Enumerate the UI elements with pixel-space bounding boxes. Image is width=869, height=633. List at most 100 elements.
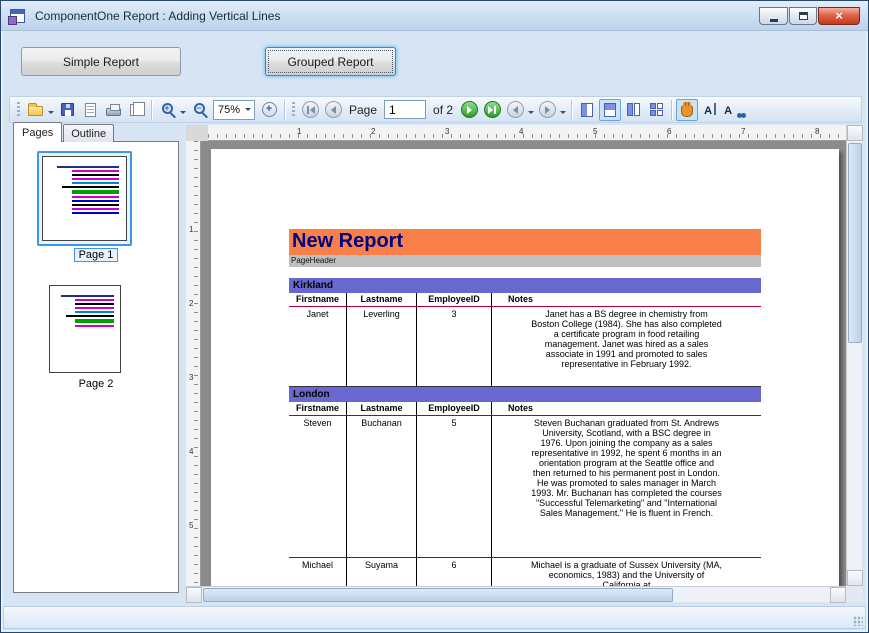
continuous-view-button[interactable] [599, 98, 622, 121]
table-header-row: Firstname Lastname EmployeeID Notes [289, 293, 761, 307]
hruler-mark: 4 [519, 127, 524, 136]
pages-panel: Page 1 Page 2 [13, 141, 179, 593]
scroll-left-button[interactable] [186, 587, 202, 603]
window-title: ComponentOne Report : Adding Vertical Li… [35, 8, 281, 23]
caption-buttons: × [758, 7, 860, 25]
vruler-mark: 5 [189, 521, 194, 530]
continuous-facing-view-button[interactable] [645, 99, 667, 121]
scroll-down-button[interactable] [847, 570, 863, 586]
cell-lastname: Leverling [346, 307, 416, 386]
export-button[interactable] [125, 99, 147, 121]
zoom-level-combo[interactable]: 75% [213, 99, 255, 120]
zoom-in-button[interactable] [156, 99, 178, 121]
toolbar-grip[interactable] [292, 101, 295, 118]
toolbar-grip[interactable] [17, 101, 20, 118]
find-button[interactable] [722, 99, 744, 121]
history-forward-button[interactable] [536, 99, 558, 121]
arrow-left-icon [190, 592, 196, 598]
maximize-button[interactable] [789, 7, 817, 25]
arrow-right-icon [836, 592, 842, 598]
column-header-employeeid: EmployeeID [416, 402, 491, 415]
zoom-level-value: 75% [218, 103, 241, 116]
table-header-row: Firstname Lastname EmployeeID Notes [289, 402, 761, 416]
cell-employeeid: 6 [416, 558, 491, 586]
first-page-button[interactable] [299, 99, 321, 121]
minimize-button[interactable] [759, 7, 788, 25]
vertical-scroll-thumb[interactable] [848, 143, 862, 343]
toolbar-separator [571, 99, 573, 120]
cell-employeeid: 3 [416, 307, 491, 386]
column-header-firstname: Firstname [295, 403, 339, 413]
zoom-dropdown-arrow-icon[interactable] [180, 111, 186, 117]
report-viewport[interactable]: New Report PageHeader Kirkland Firstname… [201, 141, 846, 586]
simple-report-button[interactable]: Simple Report [21, 47, 181, 76]
first-page-icon [301, 101, 319, 118]
circle-plus-icon [261, 102, 277, 117]
save-button[interactable] [56, 99, 78, 121]
cell-firstname: Steven [303, 418, 332, 428]
close-icon: × [835, 8, 843, 23]
minimize-icon [769, 18, 778, 22]
tab-outline[interactable]: Outline [63, 124, 115, 142]
column-header-firstname: Firstname [295, 294, 339, 304]
toolbar-separator [671, 99, 673, 120]
sidebar-tabs: Pages Outline [13, 122, 115, 142]
history-back-arrow-icon[interactable] [528, 111, 535, 117]
arrow-down-icon [852, 576, 858, 582]
report-table: Kirkland Firstname Lastname EmployeeID N… [289, 278, 761, 586]
previous-page-button[interactable] [322, 99, 344, 121]
page-2-thumbnail[interactable] [49, 285, 121, 373]
last-page-button[interactable] [481, 99, 503, 121]
text-select-tool-button[interactable] [699, 99, 721, 121]
group-header-kirkland: Kirkland [289, 278, 761, 293]
print-button[interactable] [102, 99, 124, 121]
zoom-combo-arrow-icon [245, 108, 251, 114]
zoom-step-button[interactable] [258, 99, 280, 121]
next-page-button[interactable] [458, 99, 480, 121]
scroll-up-button[interactable] [847, 125, 863, 141]
group-header-london: London [289, 387, 761, 402]
cell-lastname: Suyama [346, 558, 416, 586]
hruler-mark: 7 [741, 127, 746, 136]
page-number-input[interactable] [384, 100, 427, 119]
vertical-scrollbar[interactable] [846, 125, 863, 586]
page-setup-button[interactable] [79, 99, 101, 121]
report-title-band: New Report [289, 229, 761, 255]
zoom-in-icon [161, 103, 173, 114]
cell-firstname: Michael [301, 560, 333, 570]
hand-tool-button[interactable] [676, 98, 699, 121]
open-report-button[interactable] [24, 99, 46, 121]
close-button[interactable]: × [818, 7, 860, 25]
report-title: New Report [292, 230, 404, 252]
page-1-thumbnail-image [42, 156, 127, 241]
single-page-view-button[interactable] [576, 99, 598, 121]
next-page-icon [460, 101, 478, 118]
open-dropdown-arrow-icon[interactable] [48, 111, 54, 117]
zoom-out-icon [193, 103, 205, 114]
copy-pages-icon [129, 101, 145, 116]
thumbnail-content [48, 164, 120, 214]
horizontal-scroll-thumb[interactable] [203, 588, 673, 602]
page-count-label: of 2 [433, 102, 454, 117]
zoom-out-button[interactable] [188, 99, 210, 121]
hruler-mark: 6 [667, 127, 672, 136]
grouped-report-button[interactable]: Grouped Report [265, 47, 396, 76]
single-page-view-icon [581, 102, 594, 117]
column-header-employeeid: EmployeeID [416, 293, 491, 306]
open-folder-icon [27, 103, 43, 116]
find-icon [724, 101, 742, 119]
text-select-icon [704, 101, 716, 119]
facing-pages-view-icon [626, 103, 640, 116]
facing-pages-view-button[interactable] [622, 99, 644, 121]
horizontal-scrollbar[interactable] [186, 586, 846, 603]
hruler-mark: 8 [815, 127, 820, 136]
history-forward-arrow-icon[interactable] [560, 111, 567, 117]
column-header-lastname: Lastname [346, 402, 416, 415]
scroll-right-button[interactable] [830, 587, 846, 603]
history-back-button[interactable] [504, 99, 526, 121]
app-icon [8, 8, 25, 25]
title-bar: ComponentOne Report : Adding Vertical Li… [1, 1, 868, 31]
page-1-thumbnail[interactable] [37, 151, 132, 246]
tab-pages[interactable]: Pages [13, 122, 63, 142]
history-back-icon [506, 101, 524, 118]
